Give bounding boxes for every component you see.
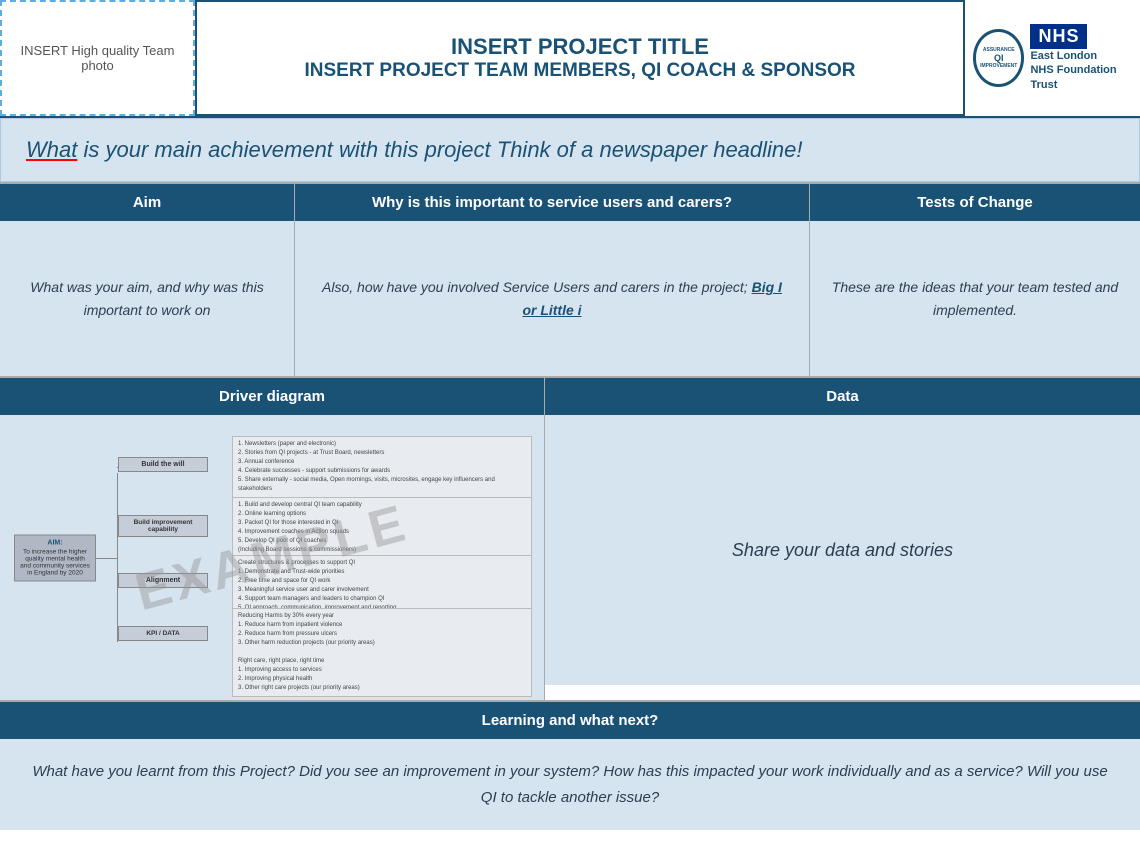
middle-section: Aim What was your aim, and why was this … bbox=[0, 182, 1140, 376]
aim-column: Aim What was your aim, and why was this … bbox=[0, 184, 295, 376]
learning-body-text: What have you learnt from this Project? … bbox=[30, 759, 1110, 810]
learning-header: Learning and what next? bbox=[0, 702, 1140, 739]
project-title-box[interactable]: INSERT PROJECT TITLE INSERT PROJECT TEAM… bbox=[195, 0, 965, 116]
importance-header: Why is this important to service users a… bbox=[295, 184, 809, 221]
project-main-title: INSERT PROJECT TITLE bbox=[451, 34, 709, 60]
nhs-circle-logo: ASSURANCE QI IMPROVEMENT bbox=[973, 29, 1024, 87]
headline-what: What bbox=[26, 137, 77, 162]
secondary2-box: 1. Build and develop central QI team cap… bbox=[232, 497, 532, 559]
data-body-text: Share your data and stories bbox=[732, 540, 953, 561]
secondary1-box: 1. Newsletters (paper and electronic) 2.… bbox=[232, 436, 532, 498]
importance-body-text: Also, how have you involved Service User… bbox=[315, 276, 789, 321]
project-sub-title: INSERT PROJECT TEAM MEMBERS, QI COACH & … bbox=[304, 60, 855, 82]
nhs-logo-area: ASSURANCE QI IMPROVEMENT NHS East London… bbox=[965, 0, 1140, 116]
nhs-text: NHS East London NHS Foundation Trust bbox=[1030, 24, 1132, 92]
headline-text: What is your main achievement with this … bbox=[26, 137, 1114, 163]
tests-header: Tests of Change bbox=[810, 184, 1140, 221]
importance-column: Why is this important to service users a… bbox=[295, 184, 810, 376]
team-photo-placeholder[interactable]: INSERT High quality Team photo bbox=[0, 0, 195, 116]
primary3-node: Alignment bbox=[118, 573, 208, 588]
driver-column: Driver diagram AIM: To increase the high… bbox=[0, 378, 545, 700]
nhs-trust-name: East London NHS Foundation Trust bbox=[1030, 49, 1132, 92]
driver-inner: AIM: To increase the higher quality ment… bbox=[10, 425, 534, 690]
primary1-node: Build the will bbox=[118, 457, 208, 472]
data-body[interactable]: Share your data and stories bbox=[545, 415, 1140, 685]
data-header: Data bbox=[545, 378, 1140, 415]
tests-body-text: These are the ideas that your team teste… bbox=[830, 276, 1120, 321]
tests-column: Tests of Change These are the ideas that… bbox=[810, 184, 1140, 376]
driver-header: Driver diagram bbox=[0, 378, 544, 415]
learning-body[interactable]: What have you learnt from this Project? … bbox=[0, 739, 1140, 830]
header: INSERT High quality Team photo INSERT PR… bbox=[0, 0, 1140, 118]
driver-body[interactable]: AIM: To increase the higher quality ment… bbox=[0, 415, 544, 700]
vline-spine bbox=[117, 473, 118, 643]
importance-body[interactable]: Also, how have you involved Service User… bbox=[295, 221, 809, 376]
aim-body-text: What was your aim, and why was this impo… bbox=[20, 276, 274, 321]
primary2-node: Build improvement capability bbox=[118, 515, 208, 537]
aim-body[interactable]: What was your aim, and why was this impo… bbox=[0, 221, 294, 376]
aim-header: Aim bbox=[0, 184, 294, 221]
secondary4-box: Reducing Harms by 30% every year 1. Redu… bbox=[232, 608, 532, 697]
headline-banner[interactable]: What is your main achievement with this … bbox=[0, 118, 1140, 182]
tests-body[interactable]: These are the ideas that your team teste… bbox=[810, 221, 1140, 376]
driver-diagram: AIM: To increase the higher quality ment… bbox=[10, 425, 534, 690]
lower-section: Driver diagram AIM: To increase the high… bbox=[0, 376, 1140, 700]
aim-node: AIM: To increase the higher quality ment… bbox=[14, 534, 96, 581]
hline-main bbox=[96, 558, 118, 559]
nhs-badge: NHS bbox=[1030, 24, 1087, 49]
data-column: Data Share your data and stories bbox=[545, 378, 1140, 700]
learning-section: Learning and what next? What have you le… bbox=[0, 700, 1140, 830]
primary4-node: KPI / DATA bbox=[118, 626, 208, 641]
